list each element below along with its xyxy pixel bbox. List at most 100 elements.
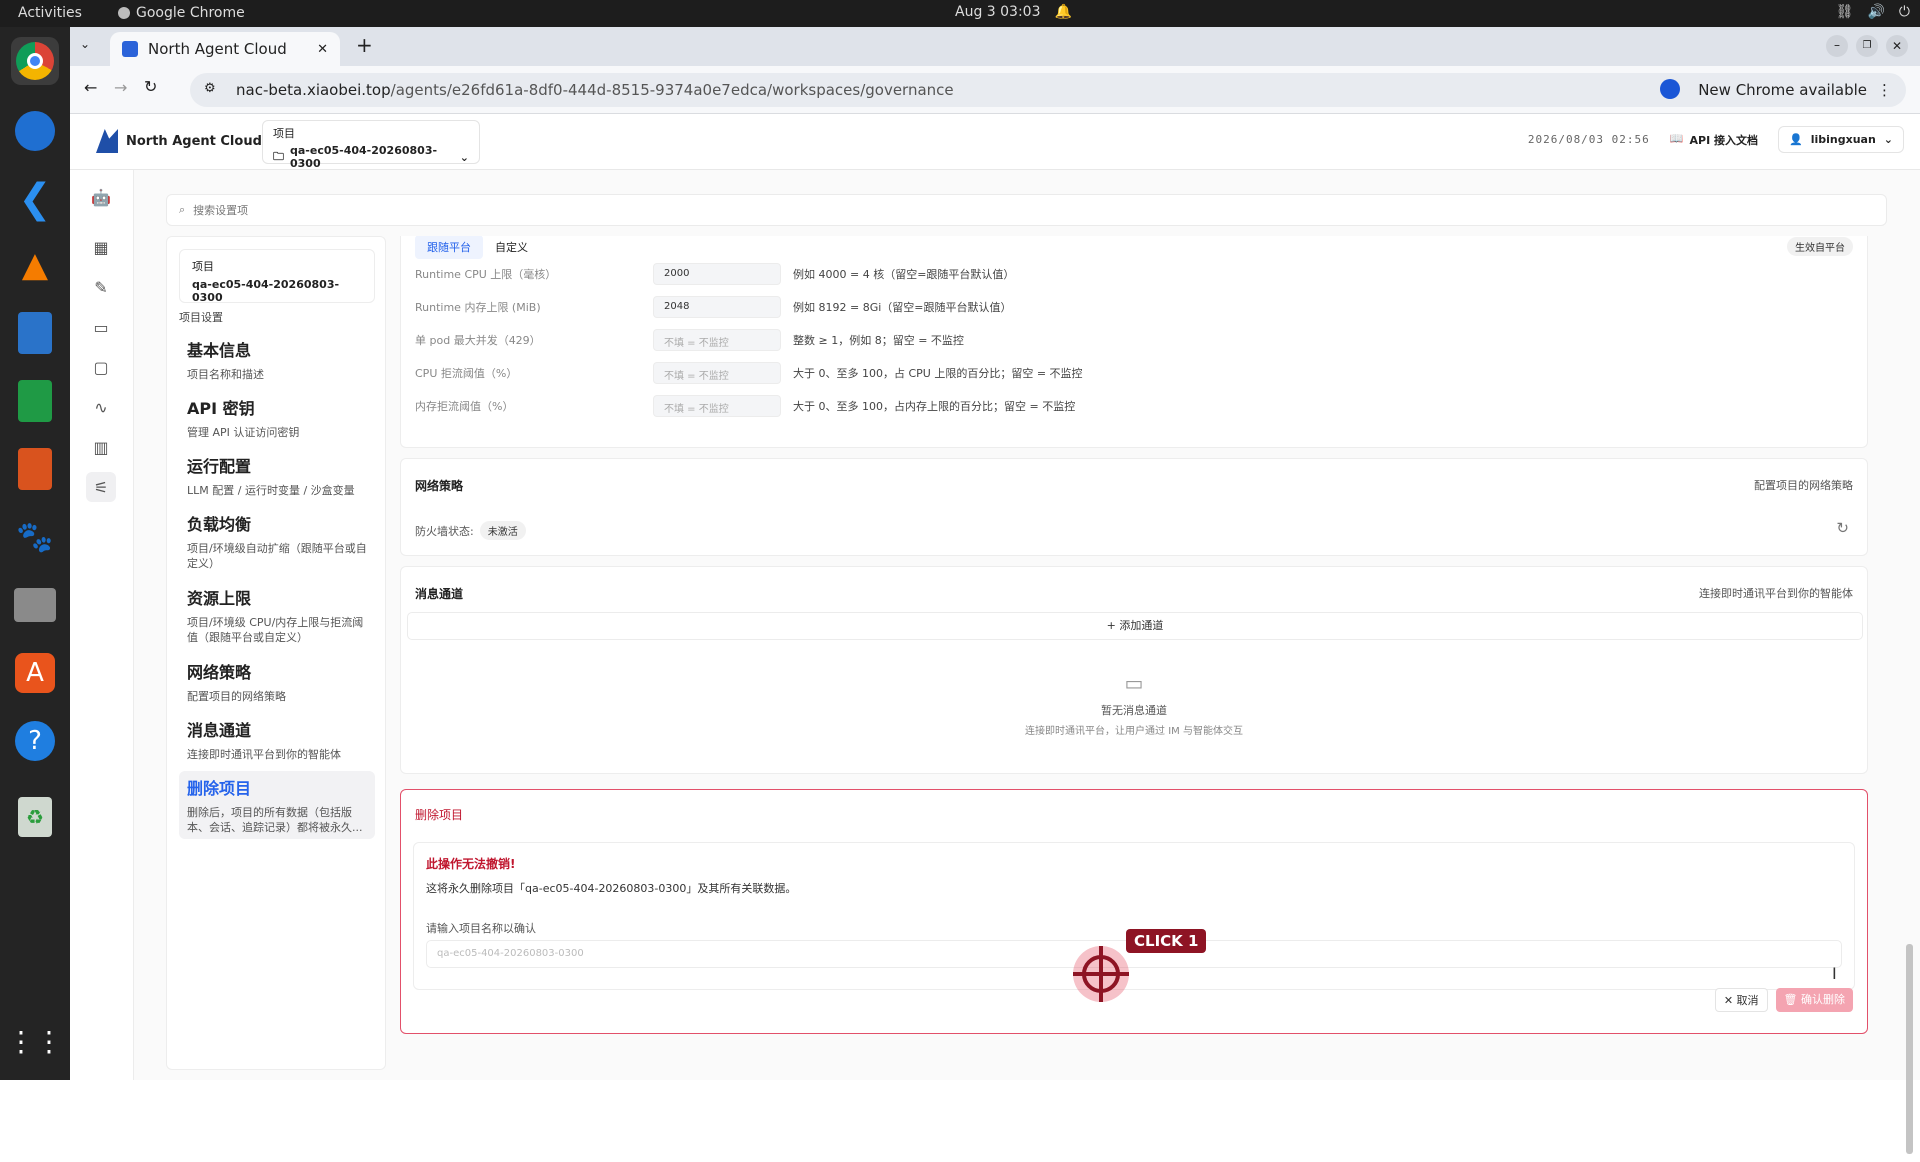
help-dock-icon[interactable]: ? bbox=[11, 717, 59, 765]
bar-chart-icon[interactable]: ▥ bbox=[86, 432, 116, 462]
terminal-icon[interactable]: ▭ bbox=[86, 312, 116, 342]
mode-follow-platform[interactable]: 跟随平台 bbox=[415, 236, 483, 259]
url-field[interactable]: ⚙ nac-beta.xiaobei.top/agents/e26fd61a-8… bbox=[190, 73, 1785, 107]
mem-limit-input[interactable]: 2048 bbox=[653, 296, 781, 318]
mode-custom[interactable]: 自定义 bbox=[483, 236, 540, 259]
user-menu[interactable]: 👤 libingxuan ⌄ bbox=[1778, 126, 1904, 153]
nav-item-load-balance[interactable]: 负载均衡 项目/环境级自动扩缩（跟随平台或自定义） bbox=[179, 507, 375, 575]
username: libingxuan bbox=[1810, 133, 1876, 146]
scrollbar-thumb[interactable] bbox=[1906, 944, 1913, 1154]
tab-close-icon[interactable]: ✕ bbox=[317, 42, 328, 57]
nav-item-resource-limits[interactable]: 资源上限项目/环境级 CPU/内存上限与拒流阈值（跟随平台或自定义） bbox=[179, 581, 375, 649]
add-channel-button[interactable]: + 添加通道 bbox=[407, 612, 1863, 640]
impress-dock-icon[interactable] bbox=[11, 445, 59, 493]
nav-item-title: 资源上限 bbox=[187, 589, 252, 608]
resource-row-mem: Runtime 内存上限 (MiB) 2048 例如 8192 = 8Gi（留空=跟… bbox=[415, 296, 1012, 318]
network-title: 网络策略 bbox=[415, 479, 464, 493]
search-icon: ⌕ bbox=[179, 203, 186, 216]
tab-north-agent-cloud[interactable]: North Agent Cloud ✕ bbox=[110, 32, 340, 66]
minimize-button[interactable]: – bbox=[1826, 35, 1848, 57]
nav-project-value: qa-ec05-404-20260803-0300 bbox=[192, 278, 340, 304]
refresh-icon[interactable]: ↻ bbox=[1836, 519, 1849, 537]
new-tab-button[interactable]: + bbox=[356, 33, 373, 57]
confirm-name-label: 请输入项目名称以确认 bbox=[426, 922, 536, 935]
chrome-dock-icon[interactable] bbox=[11, 37, 59, 85]
appstore-dock-icon[interactable]: A bbox=[11, 649, 59, 697]
nav-item-delete-project[interactable]: 删除项目 删除后，项目的所有数据（包括版本、会话、追踪记录）都将被永久... bbox=[179, 771, 375, 839]
files-dock-icon[interactable] bbox=[11, 581, 59, 629]
trash-dock-icon[interactable]: ♻ bbox=[11, 793, 59, 841]
click-target-crosshair-icon bbox=[1073, 946, 1129, 1002]
empty-channels-title: 暂无消息通道 bbox=[1101, 704, 1167, 717]
project-selector[interactable]: 项目 🗀 qa-ec05-404-20260803-0300 ⌄ bbox=[262, 120, 480, 170]
row-hint: 大于 0、至多 100，占 CPU 上限的百分比；留空 = 不监控 bbox=[793, 367, 1083, 380]
row-label: 单 pod 最大并发（429） bbox=[415, 334, 541, 347]
confirm-delete-button[interactable]: 🗑 确认删除 bbox=[1775, 988, 1853, 1012]
vlc-dock-icon[interactable]: ▲ bbox=[11, 241, 59, 289]
nav-item-network-policy[interactable]: 网络策略配置项目的网络策略 bbox=[179, 655, 375, 708]
brand-mark-icon bbox=[96, 129, 118, 153]
system-tray[interactable]: ⛓ 🔊 ⏻ bbox=[1836, 4, 1910, 20]
page-scrollbar[interactable] bbox=[1904, 354, 1914, 1162]
activities-button[interactable]: Activities bbox=[18, 5, 82, 21]
dashboard-grid-icon[interactable]: ▦ bbox=[86, 232, 116, 262]
settings-sliders-icon[interactable]: ⚟ bbox=[86, 472, 116, 502]
show-apps-icon[interactable]: ⋮⋮ bbox=[7, 1017, 63, 1065]
nav-item-message-channels[interactable]: 消息通道 连接即时通讯平台到你的智能体 bbox=[179, 713, 375, 766]
nav-item-desc: LLM 配置 / 运行时变量 / 沙盒变量 bbox=[187, 484, 355, 497]
brand-logo[interactable]: North Agent Cloud bbox=[96, 129, 262, 153]
gimp-dock-icon[interactable]: 🐾 bbox=[11, 513, 59, 561]
nav-item-title: 删除项目 bbox=[187, 779, 252, 798]
system-clock[interactable]: Aug 3 03:03 🔔 bbox=[955, 4, 1072, 20]
calc-dock-icon[interactable] bbox=[11, 377, 59, 425]
user-chevron-icon: ⌄ bbox=[1883, 133, 1893, 146]
vscode-dock-icon[interactable]: ❮ bbox=[11, 175, 59, 223]
restore-button[interactable]: ❐ bbox=[1856, 35, 1878, 57]
thunderbird-dock-icon[interactable] bbox=[11, 107, 59, 155]
cpu-limit-input[interactable]: 2000 bbox=[653, 263, 781, 285]
activity-pulse-icon[interactable]: ∿ bbox=[86, 392, 116, 422]
forward-icon[interactable]: → bbox=[114, 78, 127, 97]
resource-row-cpu: Runtime CPU 上限（毫核） 2000 例如 4000 = 4 核（留空=跟… bbox=[415, 263, 1014, 285]
nav-item-runtime-config[interactable]: 运行配置 LLM 配置 / 运行时变量 / 沙盒变量 bbox=[179, 449, 375, 502]
api-docs-label: API 接入文档 bbox=[1689, 133, 1759, 147]
nav-item-api-keys[interactable]: API 密钥 管理 API 认证访问密钥 bbox=[179, 391, 375, 444]
row-label: Runtime CPU 上限（毫核） bbox=[415, 268, 557, 281]
address-bar-row: ← → ↻ ⚙ nac-beta.xiaobei.top/agents/e26f… bbox=[70, 66, 1920, 114]
reload-icon[interactable]: ↻ bbox=[144, 77, 157, 96]
profile-icon[interactable] bbox=[1660, 79, 1680, 99]
mem-threshold-input[interactable]: 不填 = 不监控 bbox=[653, 395, 781, 417]
power-icon: ⏻ bbox=[1898, 4, 1910, 20]
project-selector-label: 项目 bbox=[273, 127, 295, 140]
new-chrome-available-button[interactable]: New Chrome available ⋮ bbox=[1684, 73, 1906, 107]
active-app-menu[interactable]: Google Chrome bbox=[118, 5, 245, 21]
active-app-label: Google Chrome bbox=[136, 5, 245, 21]
firewall-label: 防火墙状态: bbox=[415, 525, 474, 538]
row-hint: 整数 ≥ 1，例如 8；留空 = 不监控 bbox=[793, 334, 964, 347]
edit-pen-icon[interactable]: ✎ bbox=[86, 272, 116, 302]
site-info-icon[interactable]: ⚙ bbox=[204, 81, 216, 96]
bell-icon: 🔔 bbox=[1054, 4, 1072, 20]
nav-item-basic-info[interactable]: 基本信息 项目名称和描述 bbox=[179, 333, 375, 386]
settings-search-input[interactable]: ⌕ 搜索设置项 bbox=[166, 194, 1887, 226]
web-page: North Agent Cloud 项目 🗀 qa-ec05-404-202608… bbox=[70, 114, 1920, 1154]
chrome-icon bbox=[118, 7, 130, 19]
cpu-threshold-input[interactable]: 不填 = 不监控 bbox=[653, 362, 781, 384]
nav-item-title: 运行配置 bbox=[187, 457, 252, 476]
cancel-button[interactable]: ✕ 取消 bbox=[1714, 988, 1768, 1012]
row-hint: 例如 4000 = 4 核（留空=跟随平台默认值） bbox=[793, 268, 1015, 281]
close-window-button[interactable]: ✕ bbox=[1886, 35, 1908, 57]
nav-item-desc: 项目/环境级 CPU/内存上限与拒流阈值（跟随平台或自定义） bbox=[187, 616, 364, 644]
nav-item-title: 网络策略 bbox=[187, 663, 252, 682]
concurrency-input[interactable]: 不填 = 不监控 bbox=[653, 329, 781, 351]
agent-robot-icon[interactable]: 🤖 bbox=[86, 182, 116, 212]
tab-search-icon[interactable]: ⌄ bbox=[80, 37, 90, 51]
writer-dock-icon[interactable] bbox=[11, 309, 59, 357]
chat-icon[interactable]: ▢ bbox=[86, 352, 116, 382]
text-cursor-icon: I bbox=[1832, 964, 1837, 983]
back-icon[interactable]: ← bbox=[84, 78, 97, 97]
nav-item-desc: 配置项目的网络策略 bbox=[187, 690, 286, 703]
api-docs-link[interactable]: 📖 API 接入文档 bbox=[1670, 132, 1758, 148]
system-top-bar: Activities Google Chrome Aug 3 03:03 🔔 ⛓ 🔊… bbox=[0, 0, 1920, 27]
channels-subtitle: 连接即时通讯平台到你的智能体 bbox=[1699, 587, 1853, 600]
